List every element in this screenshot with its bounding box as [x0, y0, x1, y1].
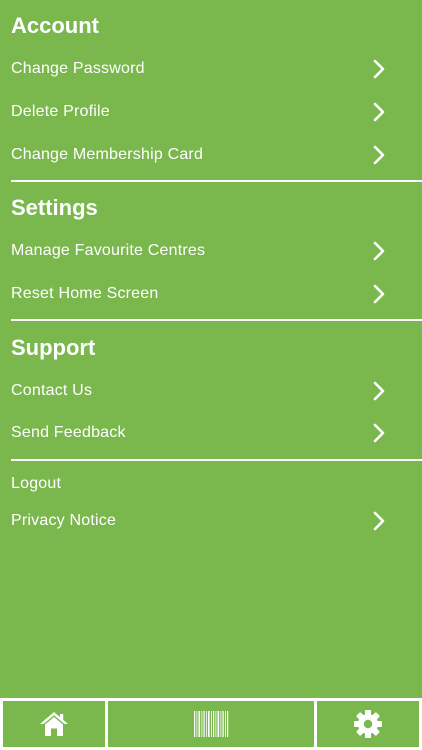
section-divider [11, 319, 422, 321]
menu-item-label: Logout [11, 475, 62, 492]
section-divider [11, 459, 422, 461]
menu-item-send-feedback[interactable]: Send Feedback [0, 413, 422, 453]
chevron-right-icon [373, 423, 385, 443]
menu-item-label: Delete Profile [11, 103, 110, 120]
menu-item-label: Change Password [11, 60, 145, 77]
section-title-account: Account [11, 13, 99, 38]
section-title-support: Support [11, 335, 96, 360]
chevron-right-icon [373, 241, 385, 261]
menu-item-change-membership-card[interactable]: Change Membership Card [0, 135, 422, 175]
menu-item-label: Contact Us [11, 382, 93, 399]
menu-item-logout[interactable]: Logout [0, 464, 422, 504]
menu-item-label: Reset Home Screen [11, 285, 159, 302]
menu-item-label: Privacy Notice [11, 512, 117, 529]
home-icon [40, 712, 68, 736]
chevron-right-icon [373, 145, 385, 165]
menu-item-contact-us[interactable]: Contact Us [0, 371, 422, 411]
tab-home[interactable] [3, 701, 105, 747]
tab-membership-barcode[interactable] [108, 701, 314, 747]
chevron-right-icon [373, 511, 385, 531]
gear-icon [354, 710, 382, 738]
menu-item-label: Change Membership Card [11, 146, 204, 163]
menu-item-privacy-notice[interactable]: Privacy Notice [0, 501, 422, 541]
menu-item-change-password[interactable]: Change Password [0, 49, 422, 89]
settings-list: Account Change Password Delete Profile C… [0, 0, 422, 698]
menu-item-reset-home-screen[interactable]: Reset Home Screen [0, 274, 422, 314]
section-title-settings: Settings [11, 195, 98, 220]
tab-settings[interactable] [317, 701, 419, 747]
menu-item-manage-favourite-centres[interactable]: Manage Favourite Centres [0, 231, 422, 271]
chevron-right-icon [373, 381, 385, 401]
bottom-tab-bar [0, 698, 422, 750]
menu-item-delete-profile[interactable]: Delete Profile [0, 92, 422, 132]
menu-item-label: Send Feedback [11, 424, 126, 441]
chevron-right-icon [373, 102, 385, 122]
barcode-icon [194, 711, 229, 737]
menu-item-label: Manage Favourite Centres [11, 242, 206, 259]
chevron-right-icon [373, 284, 385, 304]
chevron-right-icon [373, 59, 385, 79]
section-divider [11, 180, 422, 182]
